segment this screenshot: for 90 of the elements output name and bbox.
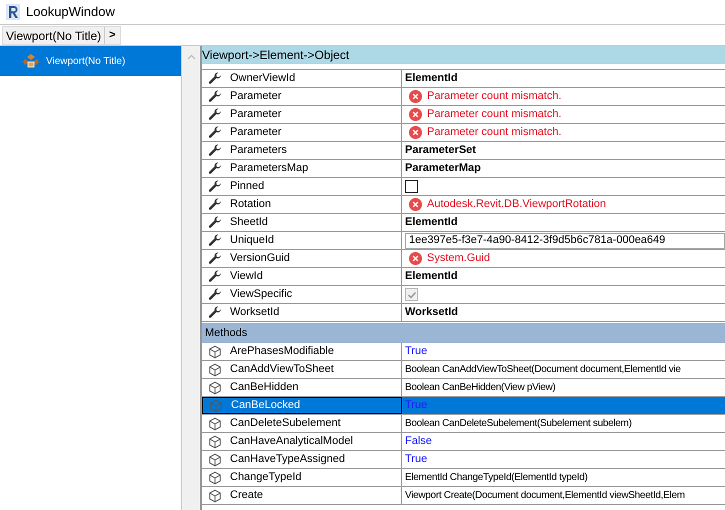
member-name: Create bbox=[230, 488, 264, 504]
signature-text: Boolean CanDeleteSubelement(Subelement subelem) bbox=[405, 417, 632, 431]
wrench-icon bbox=[208, 162, 222, 176]
value-text: ElementId bbox=[405, 215, 458, 230]
wrench-icon bbox=[208, 216, 222, 230]
member-name: Parameter bbox=[230, 89, 282, 104]
error-icon bbox=[409, 198, 422, 211]
member-name: Parameter bbox=[230, 107, 282, 122]
cube-icon bbox=[208, 416, 222, 430]
value-text: True bbox=[405, 452, 428, 468]
value-text: ElementId bbox=[405, 269, 458, 284]
window-title: LookupWindow bbox=[26, 3, 115, 22]
member-name: ViewSpecific bbox=[230, 287, 292, 302]
error-icon bbox=[409, 252, 422, 265]
error-text: Parameter count mismatch. bbox=[427, 107, 562, 122]
wrench-icon bbox=[208, 144, 222, 158]
cube-icon bbox=[209, 398, 223, 412]
member-name: Parameter bbox=[230, 125, 282, 140]
member-name: CanHaveTypeAssigned bbox=[230, 452, 345, 468]
wrench-icon bbox=[208, 252, 222, 266]
signature-text: Boolean CanBeHidden(View pView) bbox=[405, 381, 556, 395]
cube-icon bbox=[208, 452, 222, 466]
method-row[interactable]: CanBeLocked True bbox=[202, 397, 725, 415]
tree-item[interactable]: Viewport(No Title) bbox=[0, 46, 181, 76]
error-text: Autodesk.Revit.DB.ViewportRotation bbox=[427, 197, 606, 212]
member-name: CanBeLocked bbox=[231, 398, 300, 414]
value-text: True bbox=[405, 344, 428, 360]
signature-text: ElementId ChangeTypeId(ElementId typeId) bbox=[405, 471, 588, 485]
wrench-icon bbox=[208, 270, 222, 284]
member-name: ViewId bbox=[230, 269, 263, 284]
member-name: CanAddViewToSheet bbox=[230, 362, 334, 378]
member-name: CanBeHidden bbox=[230, 380, 298, 396]
method-row[interactable]: ChangeTypeId ElementId ChangeTypeId(ElementId typeId) bbox=[202, 469, 725, 487]
cube-icon bbox=[208, 362, 222, 376]
breadcrumb-item[interactable]: Viewport(No Title) bbox=[3, 26, 106, 44]
member-name: CanDeleteSubelement bbox=[230, 416, 341, 432]
value-text: WorksetId bbox=[405, 305, 458, 320]
cube-icon bbox=[208, 380, 222, 394]
cube-icon bbox=[208, 488, 222, 502]
breadcrumb-separator[interactable]: > bbox=[105, 26, 120, 44]
member-name: CanHaveAnalyticalModel bbox=[230, 434, 353, 450]
member-name: ChangeTypeId bbox=[230, 470, 302, 486]
error-icon bbox=[409, 126, 422, 139]
method-row[interactable]: ArePhasesModifiable True bbox=[202, 343, 725, 361]
member-name: OwnerViewId bbox=[230, 71, 296, 86]
wrench-icon bbox=[208, 108, 222, 122]
member-name: Pinned bbox=[230, 179, 264, 194]
member-name: ArePhasesModifiable bbox=[230, 344, 334, 360]
member-name: SheetId bbox=[230, 215, 268, 230]
member-name: UniqueId bbox=[230, 233, 274, 248]
method-row[interactable]: CanAddViewToSheet Boolean CanAddViewToSheet(Document document,ElementId vie bbox=[202, 361, 725, 379]
value-text: ElementId bbox=[405, 71, 458, 86]
wrench-icon bbox=[208, 306, 222, 320]
wrench-icon bbox=[208, 198, 222, 212]
cube-icon bbox=[208, 470, 222, 484]
wrench-icon bbox=[208, 72, 222, 86]
wrench-icon bbox=[208, 126, 222, 140]
value-text: ParameterMap bbox=[405, 161, 481, 176]
method-row[interactable]: Create Viewport Create(Document document,ElementId viewSheetId,Elem bbox=[202, 487, 725, 505]
value-text: ParameterSet bbox=[405, 143, 476, 158]
signature-text: Boolean CanAddViewToSheet(Document document,ElementId vie bbox=[405, 363, 681, 377]
member-name: WorksetId bbox=[230, 305, 280, 320]
error-text: System.Guid bbox=[427, 251, 490, 266]
error-icon bbox=[409, 90, 422, 103]
value-text: True bbox=[405, 398, 428, 414]
breadcrumb-header: Viewport->Element->Object bbox=[202, 46, 725, 64]
wrench-icon bbox=[208, 90, 222, 104]
error-text: Parameter count mismatch. bbox=[427, 89, 562, 104]
value-field[interactable]: 1ee397e5-f3e7-4a90-8412-3f9d5b6c781a-000ea649 bbox=[405, 232, 725, 248]
member-name: VersionGuid bbox=[230, 251, 290, 266]
signature-text: Viewport Create(Document document,ElementId viewSheetId,Elem bbox=[405, 489, 685, 503]
member-name: Parameters bbox=[230, 143, 287, 158]
viewport-icon bbox=[22, 53, 40, 69]
cube-icon bbox=[208, 344, 222, 358]
wrench-icon bbox=[208, 234, 222, 248]
checkbox[interactable] bbox=[405, 180, 418, 193]
app-logo-icon bbox=[6, 4, 20, 20]
method-row[interactable]: CanHaveTypeAssigned True bbox=[202, 451, 725, 469]
wrench-icon bbox=[208, 288, 222, 302]
error-icon bbox=[409, 108, 422, 121]
tree-item-label: Viewport(No Title) bbox=[46, 54, 126, 68]
method-row[interactable]: CanHaveAnalyticalModel False bbox=[202, 433, 725, 451]
cube-icon bbox=[208, 434, 222, 448]
value-text: False bbox=[405, 434, 432, 450]
wrench-icon bbox=[208, 180, 222, 194]
member-name: ParametersMap bbox=[230, 161, 308, 176]
method-row[interactable]: CanDeleteSubelement Boolean CanDeleteSubelement(Subelement subelem) bbox=[202, 415, 725, 433]
section-header: Methods bbox=[202, 323, 725, 343]
error-text: Parameter count mismatch. bbox=[427, 125, 562, 140]
member-name: Rotation bbox=[230, 197, 271, 212]
